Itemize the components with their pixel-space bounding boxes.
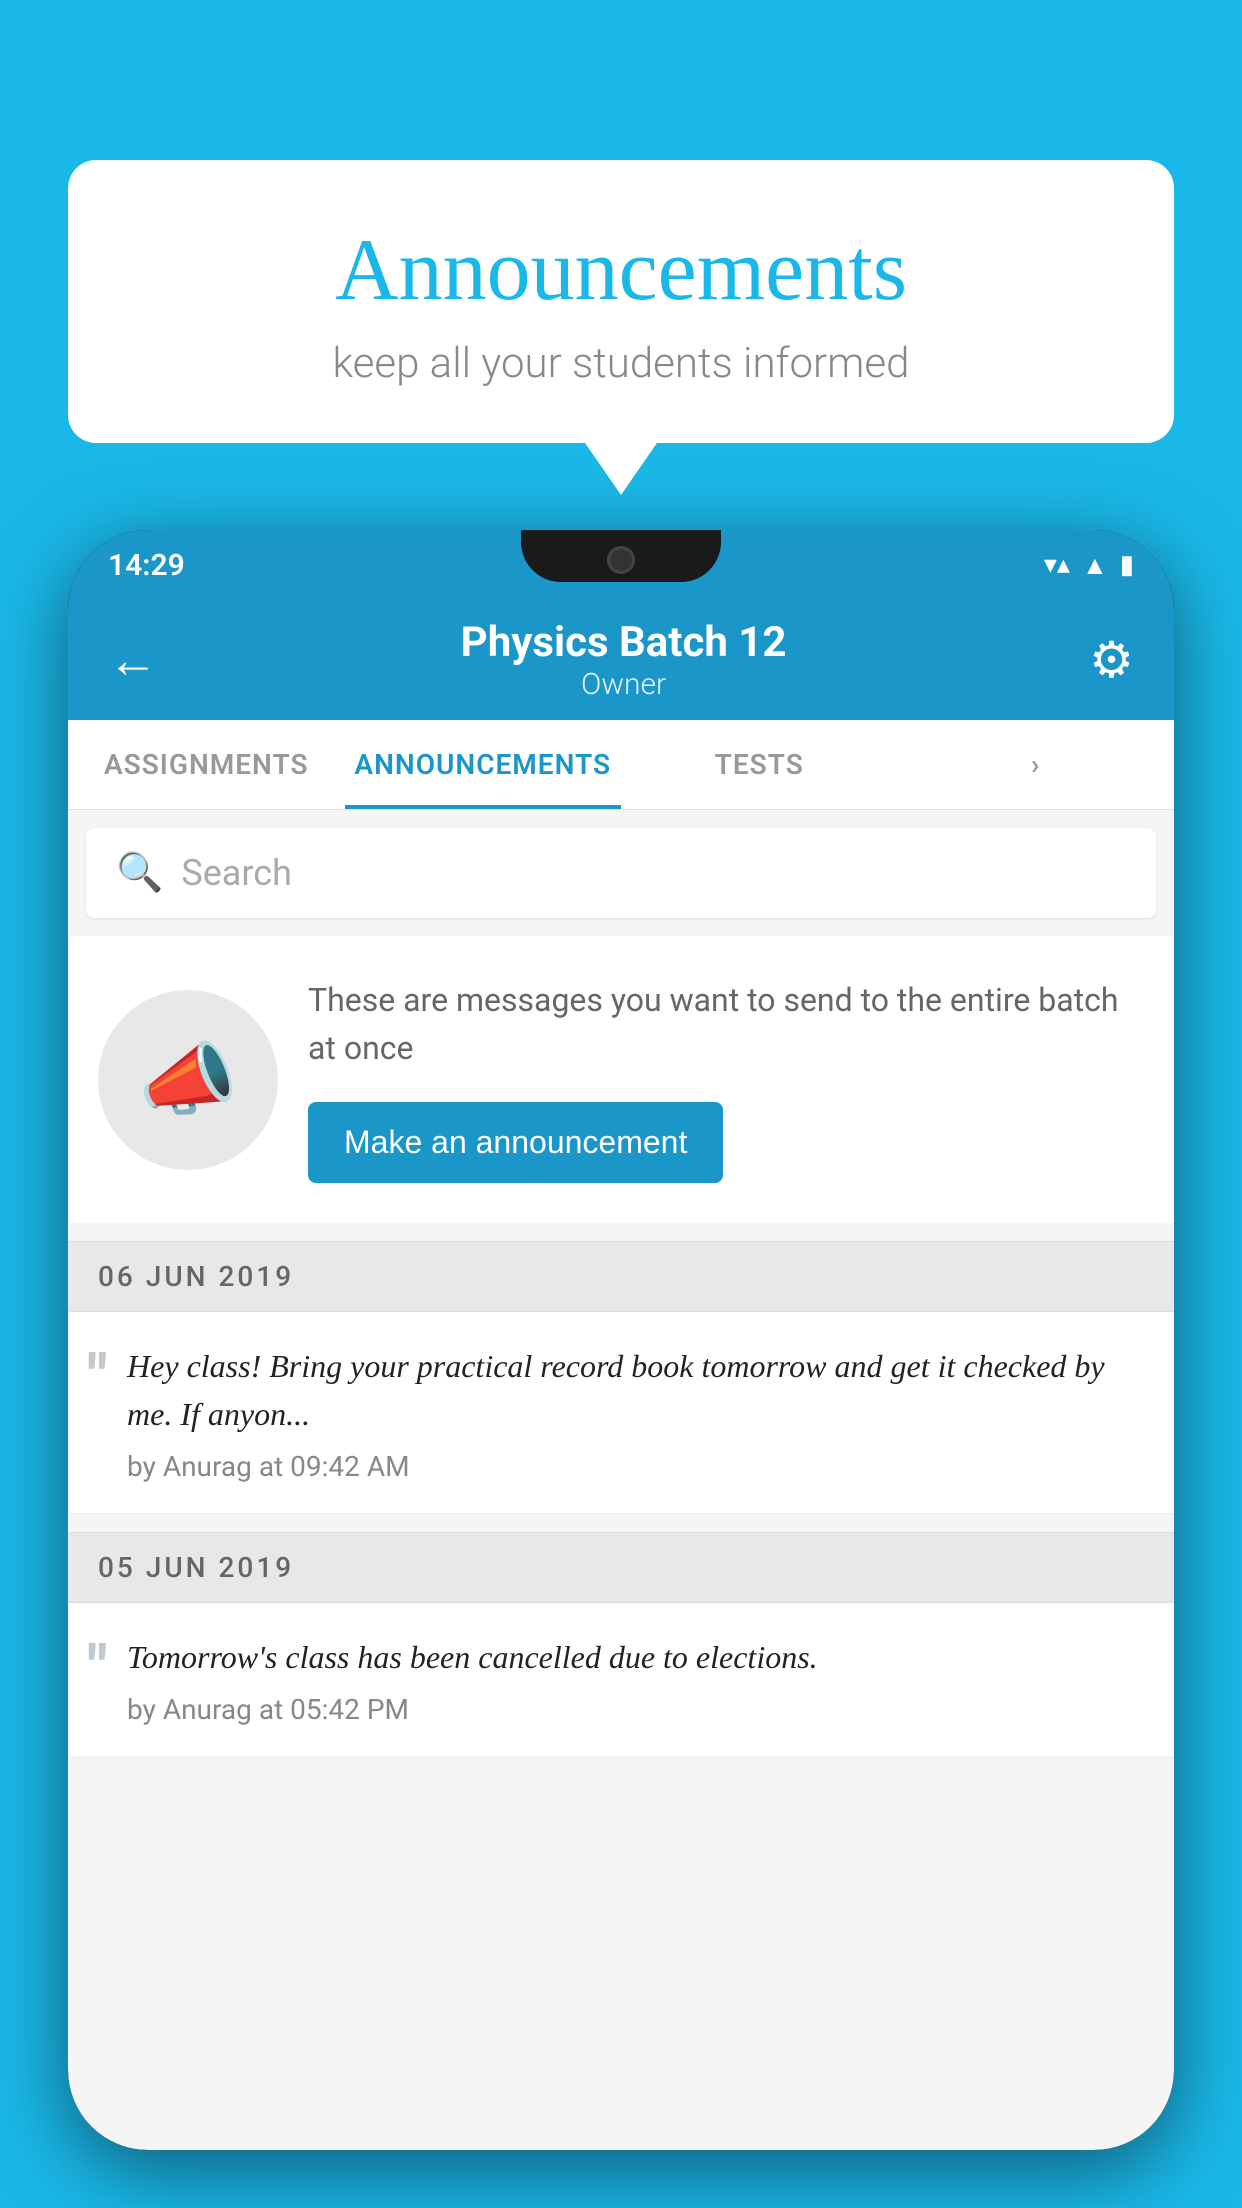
date-divider-2: 05 JUN 2019	[68, 1532, 1174, 1603]
app-bar: ← Physics Batch 12 Owner ⚙	[68, 600, 1174, 720]
speech-bubble-container: Announcements keep all your students inf…	[68, 160, 1174, 443]
phone-container: 14:29 ▾▴ ▲ ▮ ← Physics Batch 12 Owner ⚙	[68, 530, 1174, 2208]
speech-bubble: Announcements keep all your students inf…	[68, 160, 1174, 443]
message-author-2: by Anurag at 05:42 PM	[127, 1693, 1144, 1726]
tab-assignments[interactable]: ASSIGNMENTS	[68, 720, 345, 809]
date-divider-1: 06 JUN 2019	[68, 1241, 1174, 1312]
announcement-intro-right: These are messages you want to send to t…	[308, 976, 1144, 1183]
message-text-2: Tomorrow's class has been cancelled due …	[127, 1633, 1144, 1681]
megaphone-icon: 📣	[138, 1033, 238, 1127]
status-icons: ▾▴ ▲ ▮	[1044, 550, 1134, 581]
bubble-subtitle: keep all your students informed	[118, 339, 1124, 388]
quote-icon-1: "	[88, 1347, 107, 1407]
battery-icon: ▮	[1120, 550, 1134, 580]
back-button[interactable]: ←	[108, 631, 158, 690]
wifi-icon: ▾▴	[1044, 550, 1070, 580]
message-author-1: by Anurag at 09:42 AM	[127, 1450, 1144, 1483]
screen-content: 🔍 Search 📣 These are messages you want t…	[68, 810, 1174, 2150]
quote-icon-2: "	[88, 1638, 107, 1698]
search-bar[interactable]: 🔍 Search	[86, 828, 1156, 918]
signal-icon: ▲	[1082, 550, 1108, 581]
tab-announcements[interactable]: ANNOUNCEMENTS	[345, 720, 622, 809]
message-content-2: Tomorrow's class has been cancelled due …	[127, 1633, 1144, 1726]
announcement-intro-description: These are messages you want to send to t…	[308, 976, 1144, 1072]
app-bar-center: Physics Batch 12 Owner	[461, 618, 787, 702]
camera-notch	[607, 546, 635, 574]
message-text-1: Hey class! Bring your practical record b…	[127, 1342, 1144, 1438]
app-bar-subtitle: Owner	[461, 667, 787, 702]
search-icon: 🔍	[116, 851, 163, 895]
tab-more[interactable]: ›	[898, 720, 1175, 809]
announcement-icon-circle: 📣	[98, 990, 278, 1170]
make-announcement-button[interactable]: Make an announcement	[308, 1102, 723, 1183]
app-bar-title: Physics Batch 12	[461, 618, 787, 667]
phone-screen: 14:29 ▾▴ ▲ ▮ ← Physics Batch 12 Owner ⚙	[68, 530, 1174, 2150]
announcement-item-2[interactable]: " Tomorrow's class has been cancelled du…	[68, 1603, 1174, 1757]
status-time: 14:29	[108, 548, 185, 583]
bubble-title: Announcements	[118, 220, 1124, 321]
announcement-intro-card: 📣 These are messages you want to send to…	[68, 936, 1174, 1223]
announcement-item-1[interactable]: " Hey class! Bring your practical record…	[68, 1312, 1174, 1514]
gear-icon[interactable]: ⚙	[1089, 631, 1134, 690]
search-placeholder-text: Search	[181, 852, 292, 894]
phone-body: 14:29 ▾▴ ▲ ▮ ← Physics Batch 12 Owner ⚙	[68, 530, 1174, 2150]
phone-notch	[521, 530, 721, 582]
tab-tests[interactable]: TESTS	[621, 720, 898, 809]
message-content-1: Hey class! Bring your practical record b…	[127, 1342, 1144, 1483]
tabs-bar: ASSIGNMENTS ANNOUNCEMENTS TESTS ›	[68, 720, 1174, 810]
